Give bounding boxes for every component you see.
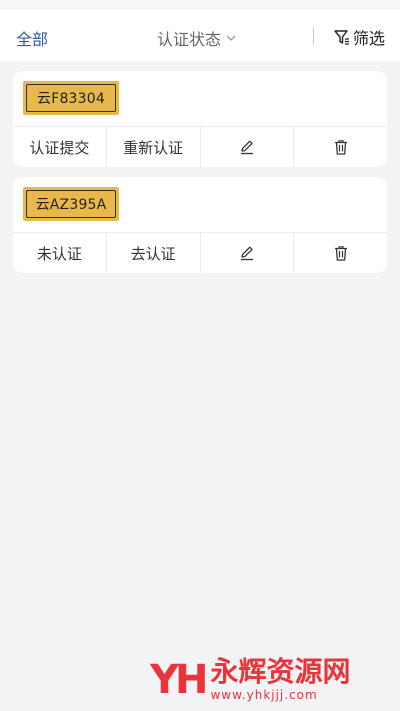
recertify-button[interactable]: 重新认证 <box>107 127 201 167</box>
watermark-name: 永辉资源网 <box>210 655 351 688</box>
edit-button[interactable] <box>201 127 295 167</box>
vehicle-card: 云AZ395A 未认证 去认证 <box>13 177 387 273</box>
watermark-text: 永辉资源网 www.yhkjjj.com <box>210 657 350 703</box>
watermark: YH 永辉资源网 www.yhkjjj.com <box>150 652 380 708</box>
edit-pencil-icon <box>240 246 253 261</box>
delete-button[interactable] <box>294 233 387 273</box>
vehicle-actions: 未认证 去认证 <box>13 233 387 273</box>
license-plate: 云F83304 <box>23 81 119 115</box>
edit-button[interactable] <box>201 233 295 273</box>
filter-bar: 全部 认证状态 筛选 <box>0 8 400 61</box>
trash-icon <box>334 140 347 155</box>
vehicle-actions: 认证提交 重新认证 <box>13 127 387 167</box>
filter-button[interactable]: 筛选 <box>333 25 385 49</box>
watermark-url: www.yhkjjj.com <box>210 688 318 702</box>
certify-button[interactable]: 去认证 <box>107 233 201 273</box>
divider <box>313 27 314 45</box>
app-root: 全部 认证状态 筛选 云F83304 认证提交 重新认证 云AZ395A 未认证… <box>0 0 400 711</box>
vehicle-card-header: 云F83304 <box>13 71 387 127</box>
license-plate-number: 云AZ395A <box>26 190 116 218</box>
vehicle-card: 云F83304 认证提交 重新认证 <box>13 71 387 167</box>
delete-button[interactable] <box>294 127 387 167</box>
top-strip <box>0 0 400 8</box>
chevron-down-icon <box>226 35 236 41</box>
certification-status: 认证提交 <box>13 127 107 167</box>
trash-icon <box>334 246 347 261</box>
watermark-logo: YH <box>150 657 208 703</box>
all-tab[interactable]: 全部 <box>16 26 48 50</box>
edit-pencil-icon <box>240 140 253 155</box>
license-plate: 云AZ395A <box>23 187 119 221</box>
vehicle-card-header: 云AZ395A <box>13 177 387 233</box>
status-dropdown[interactable]: 认证状态 <box>157 26 237 50</box>
filter-label: 筛选 <box>353 29 386 48</box>
license-plate-number: 云F83304 <box>26 84 116 112</box>
certification-status: 未认证 <box>13 233 107 273</box>
status-dropdown-label: 认证状态 <box>157 30 222 49</box>
filter-icon <box>334 30 349 45</box>
